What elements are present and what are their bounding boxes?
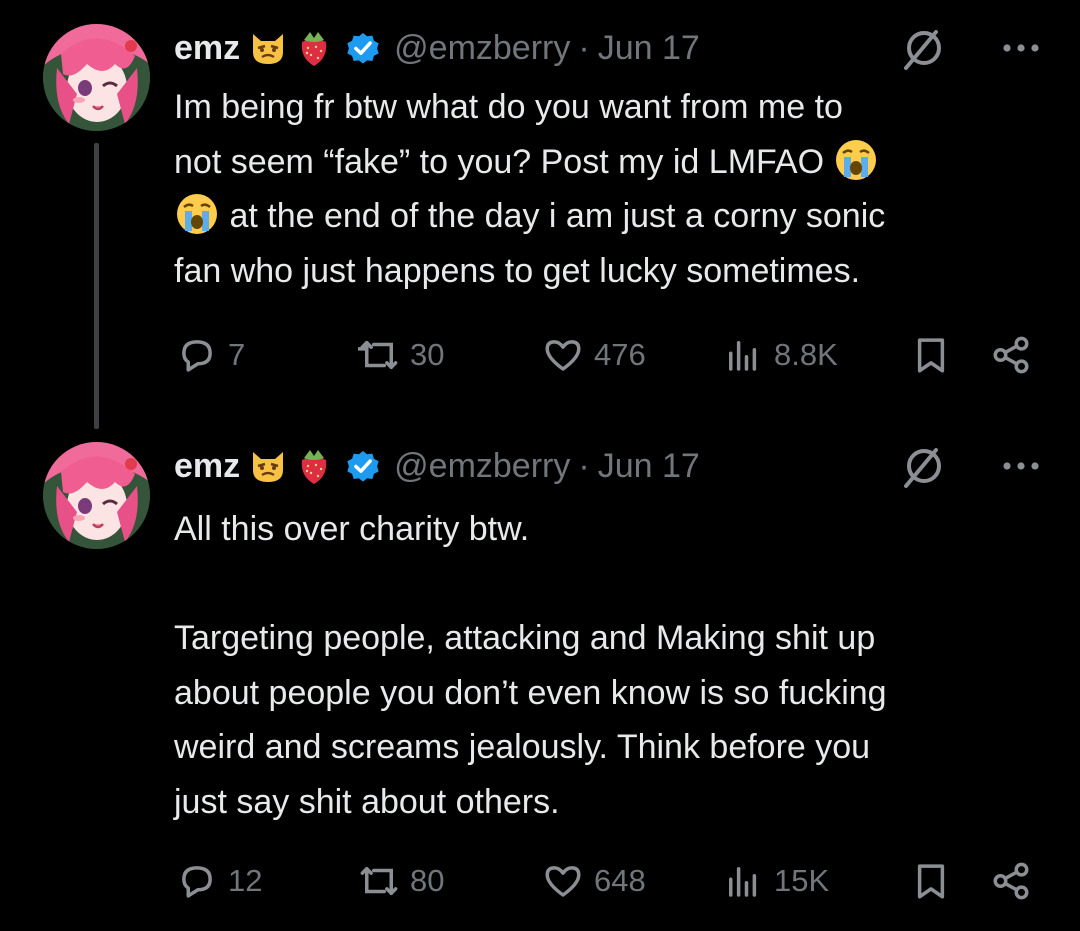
- tweet-header: emz @emzberry · Jun 17: [174, 440, 1050, 492]
- reply-button[interactable]: 7: [176, 330, 245, 380]
- views-icon: [729, 341, 757, 371]
- share-button[interactable]: [990, 856, 1032, 906]
- views-icon: [729, 867, 757, 897]
- tweet-header: emz @emzberry · Jun 17: [174, 22, 1050, 74]
- view-count: 15K: [774, 863, 830, 898]
- tweet-text-part: Im being fr btw what do you want from me…: [174, 88, 843, 181]
- like-count: 648: [594, 863, 646, 898]
- cat-emoji-icon: [253, 34, 284, 64]
- verified-badge-icon[interactable]: [344, 29, 382, 67]
- bookmark-icon: [917, 864, 945, 899]
- tweet[interactable]: emz @emzberry · Jun 17 Im being fr btw w…: [0, 0, 1080, 429]
- cat-emoji-icon: [253, 452, 284, 482]
- action-bar: 12 80 648 15K: [174, 856, 1040, 906]
- timestamp[interactable]: Jun 17: [598, 447, 700, 486]
- display-name[interactable]: emz: [174, 29, 240, 68]
- like-button[interactable]: 648: [542, 856, 646, 906]
- crying-emoji-icon: [177, 194, 217, 234]
- repost-icon: [360, 867, 398, 895]
- more-icon[interactable]: [998, 446, 1044, 486]
- views-button[interactable]: 15K: [722, 856, 829, 906]
- display-name[interactable]: emz: [174, 447, 240, 486]
- action-bar: 7 30 476 8.8K: [174, 330, 1040, 380]
- repost-count: 80: [410, 863, 445, 898]
- reply-count: 7: [228, 337, 246, 372]
- bookmark-button[interactable]: [910, 330, 952, 380]
- repost-button[interactable]: 30: [358, 330, 444, 380]
- share-button[interactable]: [990, 330, 1032, 380]
- repost-icon: [358, 341, 398, 369]
- views-button[interactable]: 8.8K: [722, 330, 838, 380]
- avatar[interactable]: [43, 442, 150, 549]
- tweet-text-part: at the end of the day i am just a corny …: [174, 197, 886, 290]
- tweet-text: All this over charity btw. Targeting peo…: [174, 510, 887, 821]
- like-icon: [545, 340, 581, 371]
- bookmark-icon: [917, 338, 945, 373]
- reply-count: 12: [228, 863, 263, 898]
- thread-line: [94, 143, 99, 429]
- handle[interactable]: @emzberry: [394, 447, 570, 486]
- crying-emoji-icon: [836, 139, 877, 180]
- strawberry-emoji-icon: [301, 32, 327, 66]
- separator-dot: ·: [578, 446, 590, 485]
- reply-button[interactable]: 12: [176, 856, 262, 906]
- view-count: 8.8K: [774, 337, 838, 372]
- bookmark-button[interactable]: [910, 856, 952, 906]
- separator-dot: ·: [578, 28, 590, 67]
- like-count: 476: [594, 337, 646, 372]
- avatar[interactable]: [43, 24, 150, 131]
- repost-button[interactable]: 80: [358, 856, 444, 906]
- like-button[interactable]: 476: [542, 330, 646, 380]
- repost-count: 30: [410, 337, 445, 372]
- share-icon: [993, 336, 1029, 374]
- tweet-text: Im being fr btw what do you want from me…: [174, 80, 1036, 298]
- grok-icon[interactable]: [898, 26, 946, 74]
- handle[interactable]: @emzberry: [394, 29, 570, 68]
- verified-badge-icon[interactable]: [344, 447, 382, 485]
- timestamp[interactable]: Jun 17: [598, 29, 700, 68]
- grok-icon[interactable]: [898, 444, 946, 492]
- like-icon: [545, 866, 581, 897]
- tweet[interactable]: emz @emzberry · Jun 17 All this over cha…: [0, 420, 1080, 931]
- share-icon: [993, 862, 1029, 900]
- reply-icon: [182, 866, 212, 898]
- more-icon[interactable]: [998, 28, 1044, 68]
- strawberry-emoji-icon: [301, 450, 327, 484]
- reply-icon: [182, 340, 212, 372]
